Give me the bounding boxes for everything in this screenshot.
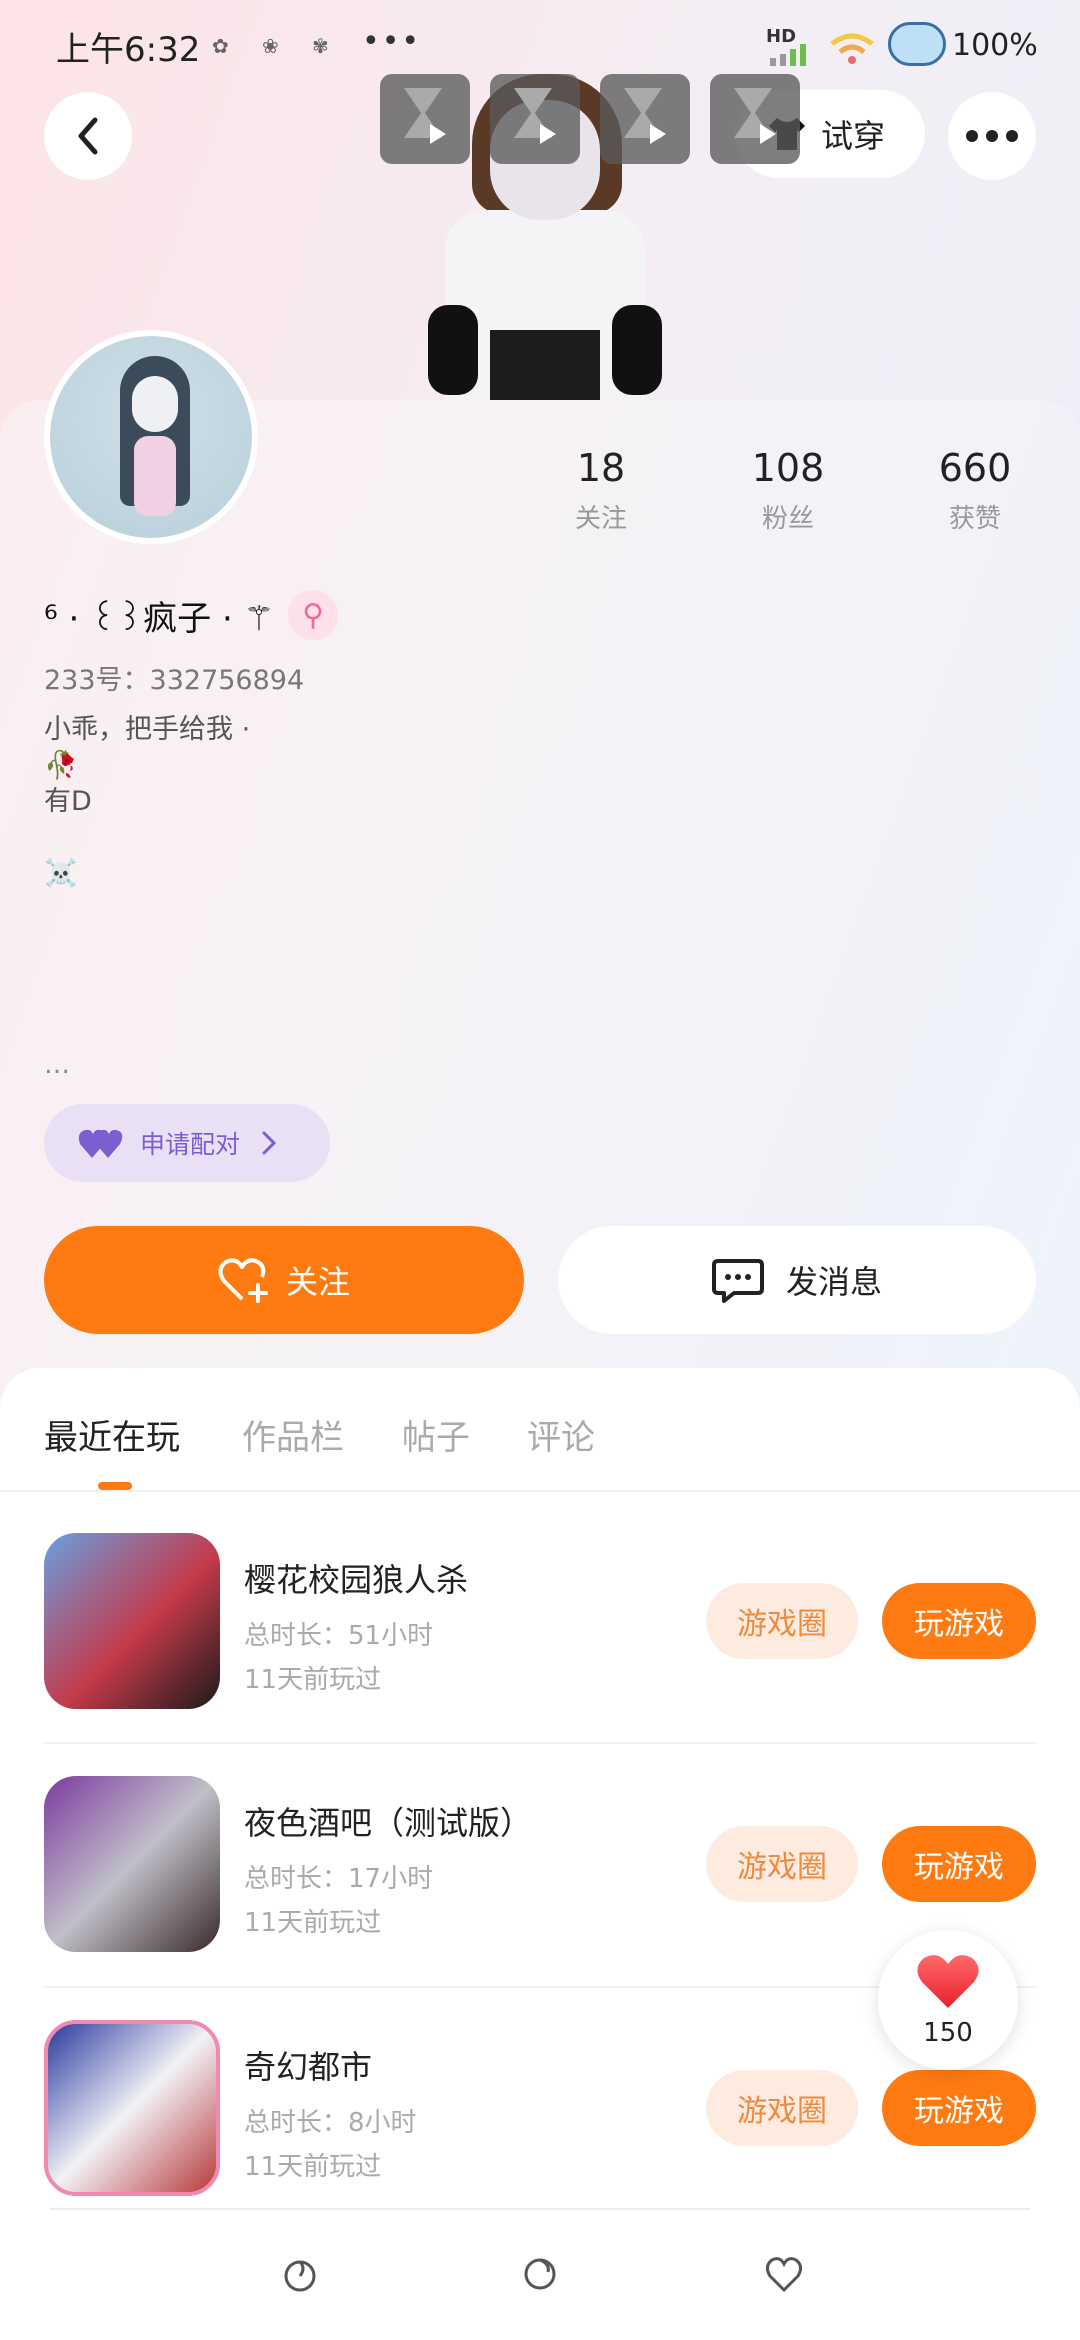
game-list-item[interactable]: 樱花校园狼人杀 总时长：51小时 11天前玩过 游戏圈 玩游戏 (44, 1533, 1036, 1709)
game-icon[interactable] (44, 1776, 220, 1952)
heart-plus-icon (218, 1258, 268, 1303)
likes-label: 获赞 (948, 504, 1001, 534)
play-icon (760, 124, 776, 144)
following-stat[interactable]: 18 关注 (521, 446, 681, 535)
active-tab-indicator (98, 1482, 132, 1490)
like-float-button[interactable]: 150 (878, 1930, 1018, 2070)
apply-pair-label: 申请配对 (140, 1130, 241, 1159)
divider (0, 1490, 1080, 1492)
video-thumbnail[interactable] (490, 74, 580, 164)
notification-icon: ❀ (262, 34, 279, 58)
chat-bubble-icon (711, 1259, 764, 1303)
game-duration: 总时长：8小时 (244, 2108, 417, 2138)
tab-posts[interactable]: 帖子 (402, 1410, 470, 1459)
nickname: ⁶ · ꒰꒱疯子 · ⚚ (44, 598, 275, 639)
play-icon (430, 124, 446, 144)
follow-button[interactable]: 关注 (44, 1226, 524, 1334)
likes-stat[interactable]: 660 获赞 (895, 446, 1055, 535)
likes-count: 660 (938, 446, 1012, 490)
heart-outline-icon[interactable] (764, 2254, 804, 2294)
following-label: 关注 (574, 504, 627, 534)
tab-works[interactable]: 作品栏 (242, 1410, 344, 1459)
gender-badge: ⚲ (288, 590, 339, 640)
game-last-played: 11天前玩过 (244, 1665, 382, 1695)
play-icon (650, 124, 666, 144)
send-message-button[interactable]: 发消息 (558, 1226, 1036, 1334)
circle-refresh-icon[interactable] (520, 2254, 560, 2294)
video-thumbnail[interactable] (710, 74, 800, 164)
divider (44, 1742, 1036, 1744)
game-circle-button[interactable]: 游戏圈 (706, 2070, 858, 2146)
game-title: 奇幻都市 (244, 2048, 373, 2086)
bio-line: 🥀 (44, 750, 78, 781)
followers-count: 108 (751, 446, 825, 490)
game-icon[interactable] (44, 1533, 220, 1709)
play-game-button[interactable]: 玩游戏 (882, 1826, 1036, 1902)
game-duration: 总时长：17小时 (244, 1864, 434, 1894)
send-message-label: 发消息 (785, 1263, 882, 1301)
followers-label: 粉丝 (761, 504, 814, 534)
notification-icon: ✾ (312, 34, 329, 58)
bio-line (44, 820, 250, 856)
user-id: 233号：332756894 (44, 665, 305, 696)
battery-icon (888, 22, 946, 66)
followers-stat[interactable]: 108 粉丝 (708, 446, 868, 535)
bio: 小乖，把手给我 · 🥀 有D ☠️ (44, 712, 250, 892)
game-circle-button[interactable]: 游戏圈 (706, 1826, 858, 1902)
more-button[interactable] (948, 92, 1036, 180)
status-time: 上午6:32 (56, 30, 201, 70)
home-icon[interactable] (280, 2254, 320, 2294)
try-on-label: 试穿 (821, 117, 886, 155)
character-hand (428, 305, 478, 395)
divider (50, 2208, 1030, 2210)
video-thumbnail[interactable] (600, 74, 690, 164)
follow-label: 关注 (285, 1263, 350, 1301)
signal-icon (770, 44, 806, 66)
like-count: 150 (923, 2018, 973, 2048)
game-title: 夜色酒吧（测试版） (244, 1804, 533, 1842)
play-game-button[interactable]: 玩游戏 (882, 2070, 1036, 2146)
game-list-item[interactable]: 夜色酒吧（测试版） 总时长：17小时 11天前玩过 游戏圈 玩游戏 (44, 1776, 1036, 1952)
apply-pair-button[interactable]: 申请配对 (44, 1104, 330, 1182)
character-hand (612, 305, 662, 395)
battery-percent: 100% (952, 28, 1038, 63)
double-heart-icon (78, 1129, 123, 1158)
nickname-row: ⁶ · ꒰꒱疯子 · ⚚ ⚲ (44, 590, 339, 640)
wifi-icon (830, 33, 874, 64)
tab-recently-played[interactable]: 最近在玩 (44, 1410, 180, 1459)
game-title: 樱花校园狼人杀 (244, 1561, 469, 1599)
more-horizontal-icon (966, 130, 1018, 142)
game-last-played: 11天前玩过 (244, 2152, 382, 2182)
character-legs (490, 330, 600, 400)
heart-icon (917, 1955, 979, 2008)
notification-icon: ✿ (212, 34, 229, 58)
game-icon[interactable] (44, 2020, 220, 2196)
avatar[interactable] (44, 330, 258, 544)
following-count: 18 (576, 446, 626, 490)
game-duration: 总时长：51小时 (244, 1621, 434, 1651)
game-circle-button[interactable]: 游戏圈 (706, 1583, 858, 1659)
play-icon (540, 124, 556, 144)
more-notifications-icon: ••• (362, 24, 422, 59)
bio-line: ☠️ (44, 858, 78, 889)
bio-line: 小乖，把手给我 · (44, 714, 251, 745)
bio-line: 有D (44, 786, 92, 817)
video-thumbnail[interactable] (380, 74, 470, 164)
game-last-played: 11天前玩过 (244, 1908, 382, 1938)
chevron-left-icon (78, 117, 98, 155)
bio-expand[interactable]: … (44, 1050, 70, 1080)
tab-comments[interactable]: 评论 (527, 1410, 595, 1459)
chevron-right-icon (262, 1131, 277, 1155)
back-button[interactable] (44, 92, 132, 180)
play-game-button[interactable]: 玩游戏 (882, 1583, 1036, 1659)
